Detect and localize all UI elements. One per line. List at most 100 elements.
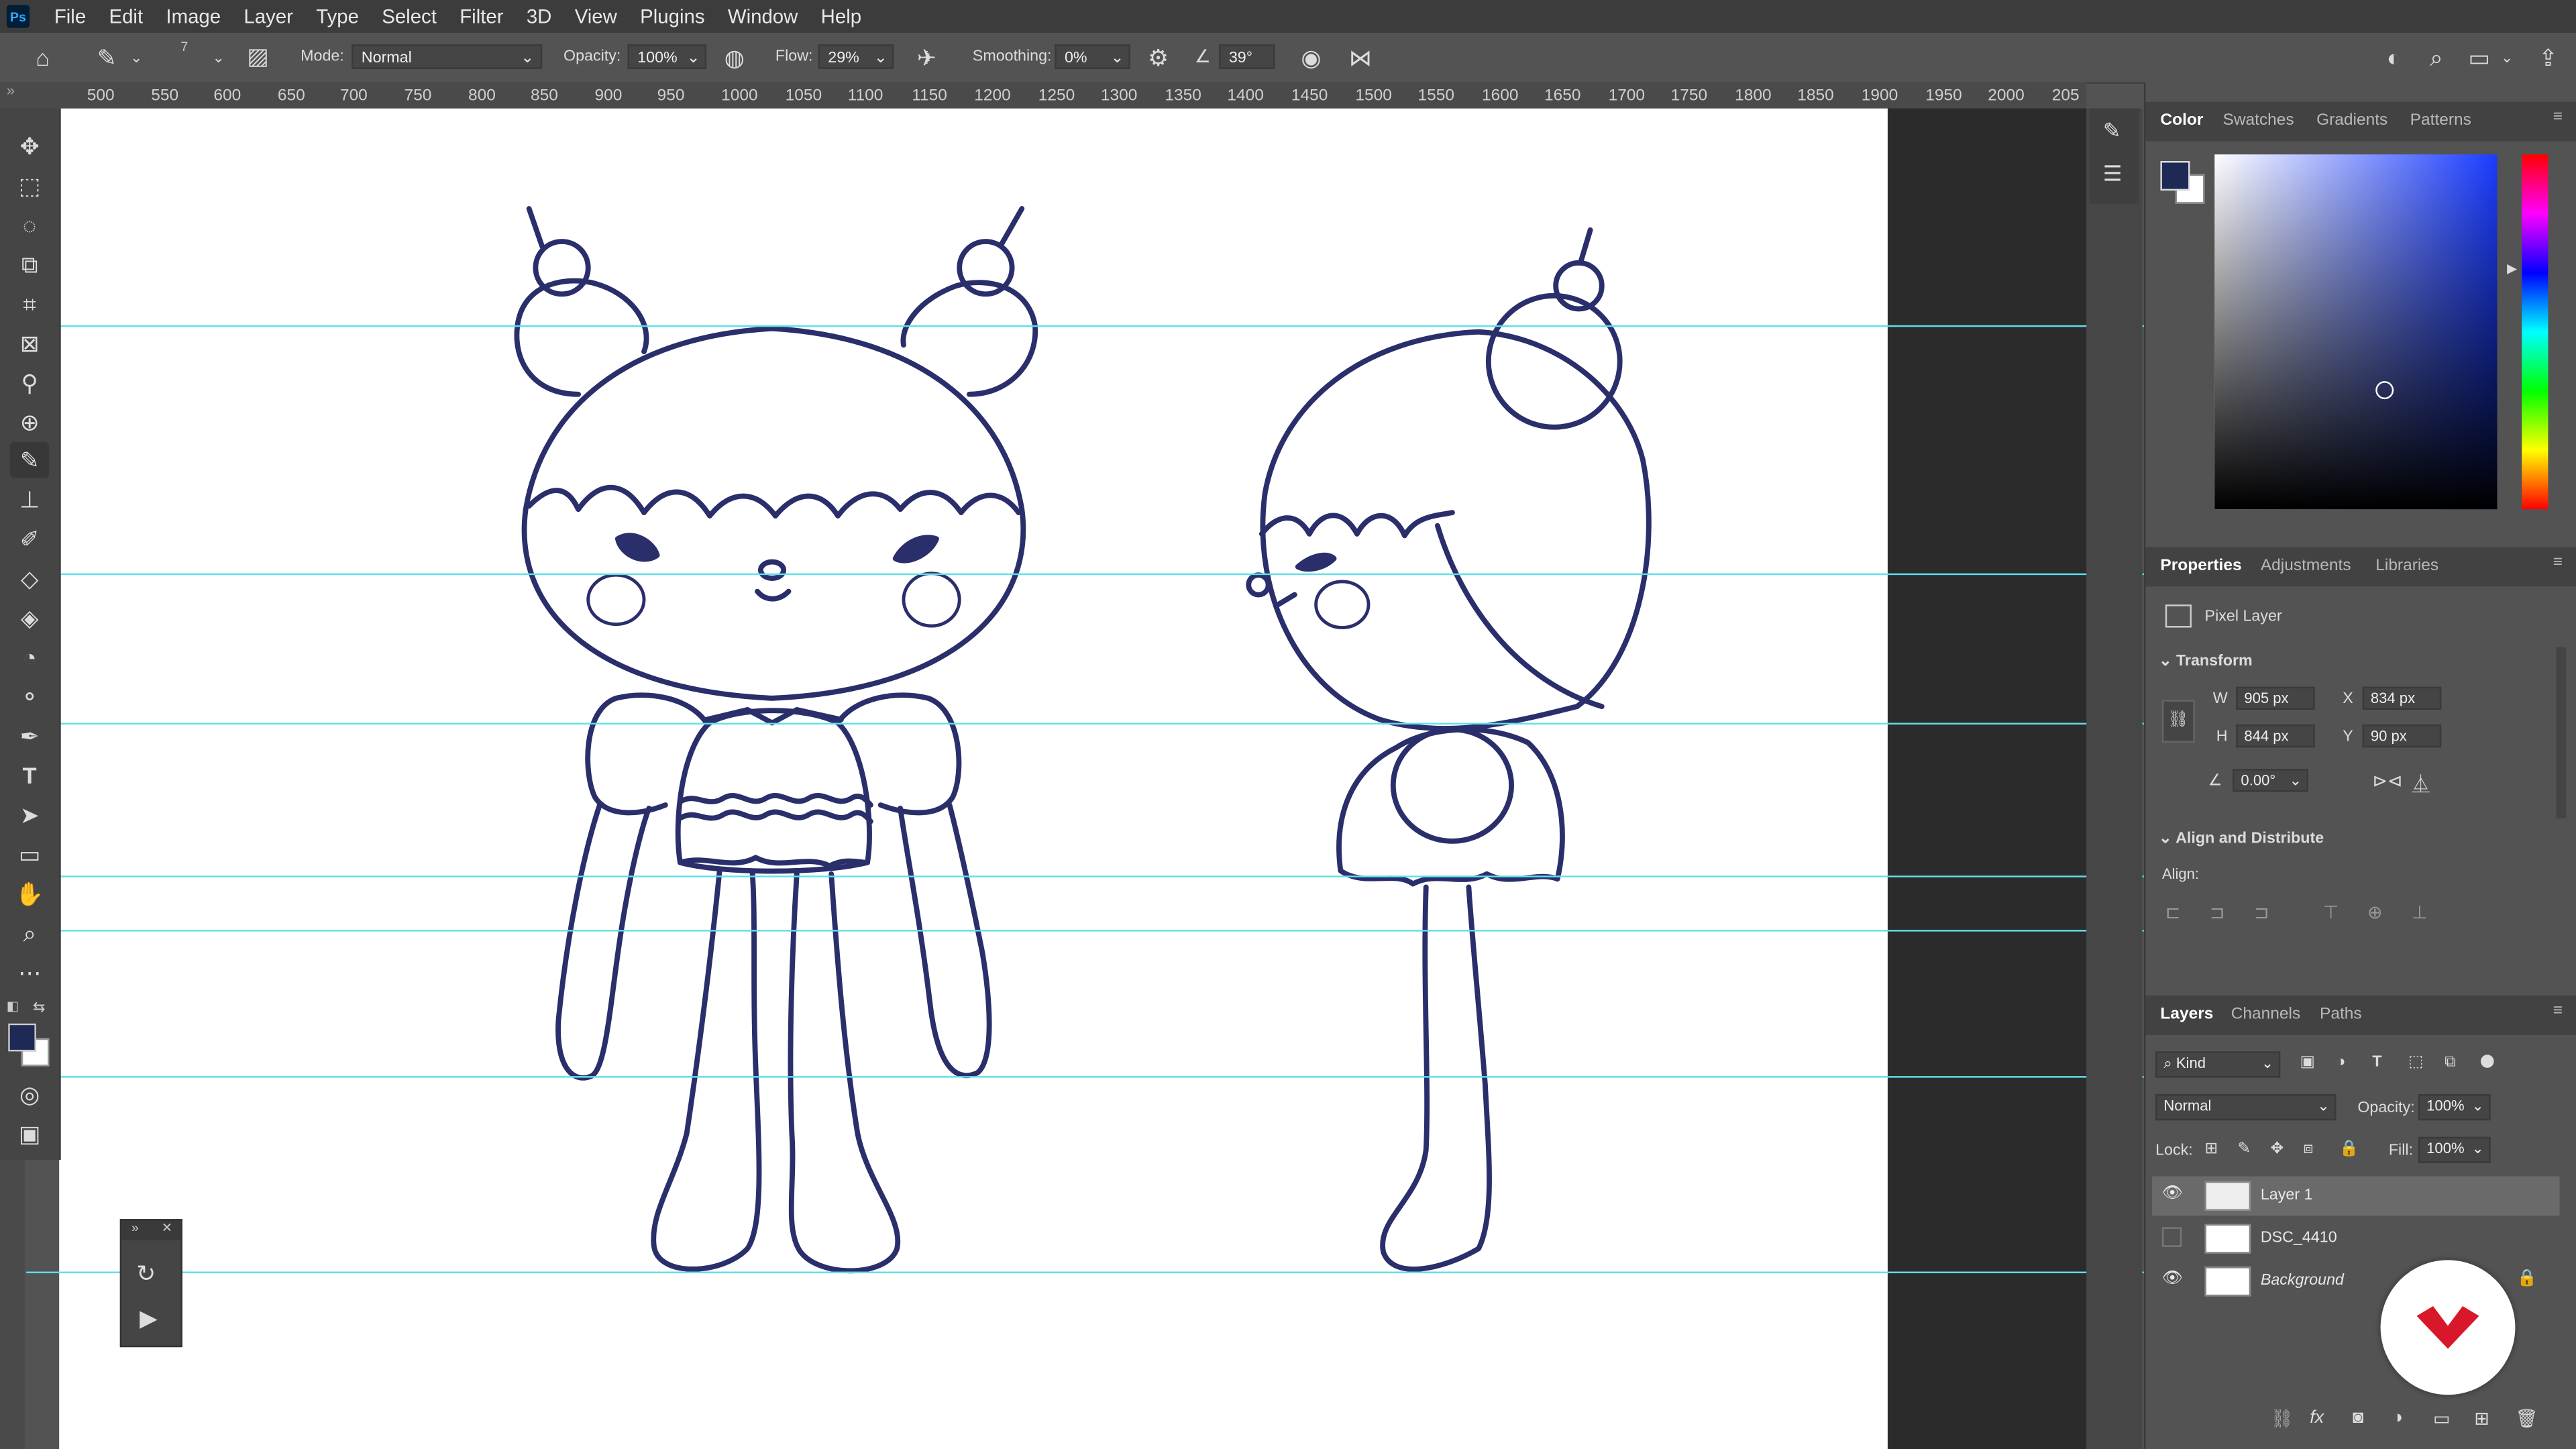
filter-adjustment-icon[interactable]: ◑ <box>2336 1053 2345 1071</box>
tab-libraries[interactable]: Libraries <box>2375 557 2438 575</box>
align-center-h-icon[interactable]: ⊐ <box>2210 902 2225 923</box>
brush-size[interactable]: 7 <box>180 40 188 54</box>
new-layer-icon[interactable]: ⊞ <box>2474 1408 2489 1429</box>
fx-icon[interactable]: fx <box>2310 1408 2324 1428</box>
paint-bucket-icon[interactable]: ◈ <box>10 600 50 636</box>
layer-name[interactable]: DSC_4410 <box>2261 1229 2337 1247</box>
tab-layers[interactable]: Layers <box>2160 1006 2213 1024</box>
height-field[interactable]: 844 px <box>2236 724 2315 748</box>
flow-field[interactable]: 29% ⌄ <box>818 44 894 69</box>
dodge-tool-icon[interactable]: ⚬ <box>10 678 50 714</box>
marquee-tool-icon[interactable]: ⬚ <box>10 168 50 204</box>
layer-opacity-field[interactable]: 100% ⌄ <box>2418 1094 2491 1121</box>
align-middle-icon[interactable]: ⊕ <box>2367 902 2383 923</box>
home-icon[interactable]: ⌂ <box>26 44 59 70</box>
chevron-down-icon[interactable]: ⌄ <box>2497 44 2516 70</box>
guide-line[interactable] <box>59 573 2146 576</box>
guide-line[interactable] <box>59 722 2146 725</box>
menu-type[interactable]: Type <box>305 5 370 28</box>
frame-tool-icon[interactable]: ⊠ <box>10 325 50 362</box>
add-mask-icon[interactable]: ◙ <box>2353 1408 2363 1428</box>
guide-line[interactable] <box>59 875 2146 877</box>
screen-mode-icon[interactable]: ▣ <box>10 1116 50 1152</box>
align-bottom-icon[interactable]: ⊥ <box>2412 902 2427 923</box>
stamp-tool-icon[interactable]: ⊥ <box>10 482 50 518</box>
lock-pixels-icon[interactable]: ✎ <box>2238 1140 2251 1159</box>
swap-colors-icon[interactable]: ⇆ <box>33 999 45 1017</box>
tab-swatches[interactable]: Swatches <box>2222 112 2294 130</box>
filter-toggle-icon[interactable] <box>2480 1055 2494 1068</box>
brush-settings-icon[interactable]: ▨ <box>243 43 272 69</box>
tab-color[interactable]: Color <box>2160 112 2203 130</box>
tab-adjustments[interactable]: Adjustments <box>2261 557 2351 575</box>
hand-tool-icon[interactable]: ✋ <box>10 875 50 912</box>
guide-line[interactable] <box>26 1271 2146 1273</box>
lock-transparency-icon[interactable]: ⊞ <box>2205 1140 2218 1159</box>
filter-pixel-icon[interactable]: ▣ <box>2300 1053 2315 1071</box>
filter-smart-object-icon[interactable]: ⧉ <box>2445 1053 2456 1071</box>
align-right-icon[interactable]: ⊐ <box>2254 902 2269 923</box>
quick-mask-icon[interactable]: ◎ <box>10 1076 50 1112</box>
layer-name[interactable]: Background <box>2261 1272 2344 1290</box>
transform-header[interactable]: ⌄ Transform <box>2159 652 2253 670</box>
tab-properties[interactable]: Properties <box>2160 557 2241 575</box>
share-icon[interactable]: ⇪ <box>2533 44 2563 70</box>
expand-icon[interactable]: » <box>131 1221 139 1236</box>
menu-select[interactable]: Select <box>370 5 448 28</box>
play-icon[interactable]: ▶ <box>140 1305 157 1333</box>
menu-help[interactable]: Help <box>810 5 873 28</box>
visibility-toggle[interactable] <box>2161 1227 2182 1247</box>
lock-all-icon[interactable]: 🔒 <box>2339 1140 2359 1159</box>
width-field[interactable]: 905 px <box>2236 686 2315 710</box>
menu-edit[interactable]: Edit <box>97 5 154 28</box>
eye-icon[interactable]: 👁 <box>2162 1185 2183 1203</box>
y-field[interactable]: 90 px <box>2362 724 2442 748</box>
layer-filter-select[interactable]: ⌕ Kind ⌄ <box>2155 1051 2281 1078</box>
trash-icon[interactable]: 🗑 <box>2515 1408 2538 1429</box>
object-select-tool-icon[interactable]: ⧉ <box>10 246 50 282</box>
x-field[interactable]: 834 px <box>2362 686 2442 710</box>
layer-row-layer-1[interactable]: 👁 Layer 1 <box>2152 1176 2560 1216</box>
lock-position-icon[interactable]: ✥ <box>2271 1140 2284 1159</box>
brush-settings-icon[interactable]: ✎ <box>2103 118 2121 144</box>
filter-shape-icon[interactable]: ⬚ <box>2408 1053 2423 1071</box>
search-icon[interactable]: ⌕ <box>2422 44 2451 70</box>
align-header[interactable]: ⌄ Align and Distribute <box>2159 830 2324 848</box>
zoom-tool-icon[interactable]: ⌕ <box>10 915 50 951</box>
filter-type-icon[interactable]: T <box>2372 1053 2381 1071</box>
color-picker-handle[interactable] <box>2375 381 2394 400</box>
flip-horizontal-icon[interactable]: ⊳⊲ <box>2372 771 2402 792</box>
menu-layer[interactable]: Layer <box>232 5 305 28</box>
learn-icon[interactable]: ◐ <box>2379 44 2408 70</box>
hue-slider[interactable] <box>2522 154 2548 510</box>
gear-icon[interactable]: ⚙ <box>1144 44 1173 70</box>
panel-menu-icon[interactable]: ≡ <box>2553 553 2563 572</box>
crop-tool-icon[interactable]: ⌗ <box>10 286 50 322</box>
airbrush-icon[interactable]: ✈ <box>912 44 941 70</box>
move-tool-icon[interactable]: ✥ <box>10 128 50 164</box>
menu-file[interactable]: File <box>43 5 98 28</box>
menu-view[interactable]: View <box>564 5 629 28</box>
align-left-icon[interactable]: ⊏ <box>2165 902 2181 923</box>
opacity-field[interactable]: 100% ⌄ <box>627 44 707 69</box>
hue-slider-handle[interactable]: ▶ <box>2507 261 2517 276</box>
angle-field[interactable]: 39° <box>1219 44 1275 69</box>
panel-menu-icon[interactable]: ≡ <box>2553 1002 2563 1020</box>
angle-field[interactable]: 0.00° ⌄ <box>2233 769 2308 792</box>
horizontal-ruler[interactable]: 500 550 600 650 700 750 800 850 900 950 … <box>59 82 2087 111</box>
path-select-icon[interactable]: ➤ <box>10 797 50 833</box>
flip-vertical-icon[interactable]: ⏅ <box>2412 771 2430 797</box>
history-icon[interactable]: ↻ <box>136 1260 156 1288</box>
layer-name[interactable]: Layer 1 <box>2261 1186 2313 1204</box>
fill-field[interactable]: 100% ⌄ <box>2418 1136 2491 1163</box>
eraser-tool-icon[interactable]: ◇ <box>10 560 50 596</box>
brushes-panel-icon[interactable]: ☰ <box>2103 161 2123 187</box>
eye-icon[interactable]: 👁 <box>2162 1270 2183 1288</box>
guide-line[interactable] <box>59 930 2146 932</box>
more-tools-icon[interactable]: ⋯ <box>10 955 50 991</box>
guide-line[interactable] <box>59 325 2146 327</box>
blend-mode-select[interactable]: Normal ⌄ <box>2155 1094 2337 1121</box>
brush-tool-icon[interactable]: ✎ <box>92 44 121 70</box>
document-canvas[interactable] <box>26 108 2146 1449</box>
properties-scrollbar[interactable] <box>2556 647 2567 818</box>
